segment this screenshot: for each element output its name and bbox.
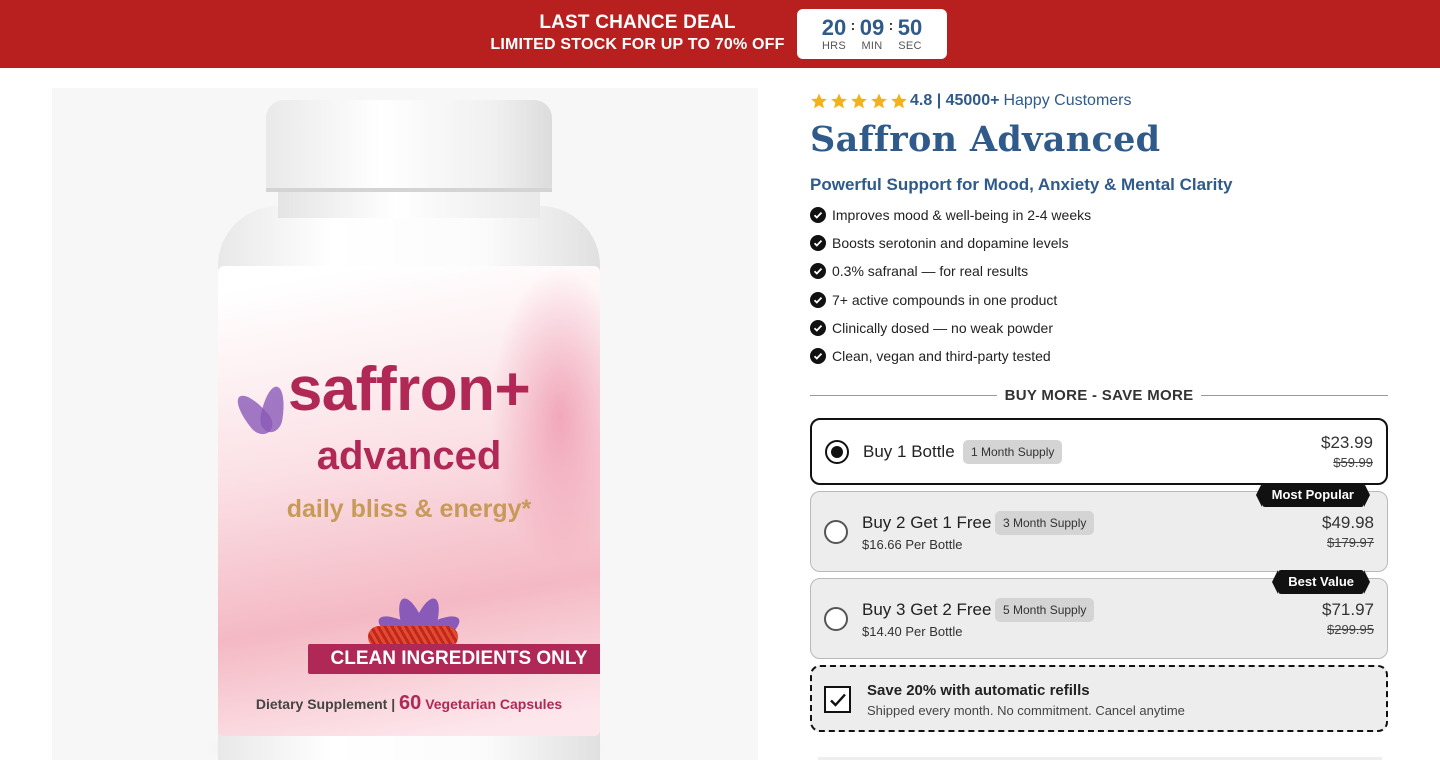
offer-old-price: $59.99 <box>1333 455 1373 470</box>
divider-line <box>810 394 997 396</box>
rating-row: 4.8 | 45000+ Happy Customers <box>810 90 1132 112</box>
benefit-item: 7+ active compounds in one product <box>810 286 1091 314</box>
refill-title: Save 20% with automatic refills <box>867 682 1090 699</box>
check-circle-icon <box>810 207 826 224</box>
rating-score: 4.8 | 45000+ <box>910 92 1000 109</box>
product-image[interactable]: saffron+ advanced daily bliss & energy* … <box>52 88 758 760</box>
label-dietary: Dietary Supplement | 60 Vegetarian Capsu… <box>218 692 600 715</box>
lid-ridge <box>266 188 552 192</box>
dietary-divider: | <box>391 696 396 712</box>
divider-line <box>1201 394 1388 396</box>
offer-radio[interactable] <box>824 607 848 631</box>
supply-badge: 3 Month Supply <box>995 511 1095 535</box>
star-rating <box>810 92 908 110</box>
auto-refill-option[interactable]: Save 20% with automatic refills Shipped … <box>810 665 1388 732</box>
label-variant: advanced <box>316 434 502 478</box>
benefit-text: Boosts serotonin and dopamine levels <box>832 235 1069 252</box>
label-tagline: daily bliss & energy* <box>286 495 532 523</box>
capsule-count: 60 <box>399 692 422 714</box>
banner-title: LAST CHANCE DEAL <box>539 12 736 33</box>
refill-checkbox[interactable] <box>824 686 851 713</box>
benefit-item: Boosts serotonin and dopamine levels <box>810 229 1091 257</box>
ribbon-best-value: Best Value <box>1272 570 1370 594</box>
checkmark-icon <box>829 693 846 707</box>
benefit-item: Clean, vegan and third-party tested <box>810 342 1091 370</box>
benefit-list: Improves mood & well-being in 2-4 weeks … <box>810 201 1091 370</box>
product-subtitle: Powerful Support for Mood, Anxiety & Men… <box>810 175 1233 194</box>
benefit-text: 7+ active compounds in one product <box>832 291 1058 308</box>
banner-subtitle: LIMITED STOCK FOR UP TO 70% OFF <box>490 36 785 53</box>
countdown-separator: : <box>888 17 894 33</box>
offer-option-5-bottles[interactable]: Best Value Buy 3 Get 2 Free 5 Month Supp… <box>810 570 1388 659</box>
star-icon <box>891 93 907 109</box>
star-icon <box>811 93 827 109</box>
offer-radio[interactable] <box>824 520 848 544</box>
offer-name: Buy 3 Get 2 Free <box>862 600 992 619</box>
offer-old-price: $179.97 <box>1327 535 1374 550</box>
countdown-minutes-value: 09 <box>859 15 885 40</box>
offer-price: $49.98 <box>1322 513 1374 532</box>
offer-radio[interactable] <box>825 440 849 464</box>
product-title: Saffron Advanced <box>810 119 1161 160</box>
offers-heading-text: BUY MORE - SAVE MORE <box>1004 386 1194 404</box>
offer-price: $71.97 <box>1322 600 1374 619</box>
banner-text: LAST CHANCE DEAL LIMITED STOCK FOR UP TO… <box>470 12 805 55</box>
countdown-separator: : <box>850 17 856 33</box>
check-circle-icon <box>810 263 826 280</box>
bottle-lid <box>266 100 552 192</box>
benefit-text: Clean, vegan and third-party tested <box>832 348 1051 365</box>
ribbon-most-popular: Most Popular <box>1255 483 1371 507</box>
label-claim: CLEAN INGREDIENTS ONLY <box>308 644 600 674</box>
refill-subtitle: Shipped every month. No commitment. Canc… <box>867 703 1185 718</box>
check-circle-icon <box>810 235 826 252</box>
per-bottle-price: $14.40 Per Bottle <box>862 624 963 639</box>
benefit-item: Clinically dosed — no weak powder <box>810 314 1091 342</box>
per-bottle-price: $16.66 Per Bottle <box>862 537 963 552</box>
countdown-seconds-label: SEC <box>898 40 922 52</box>
check-circle-icon <box>810 348 826 365</box>
offer-option-3-bottles[interactable]: Most Popular Buy 2 Get 1 Free 3 Month Su… <box>810 483 1388 572</box>
capsule-type: Vegetarian Capsules <box>425 696 563 712</box>
offers-heading: BUY MORE - SAVE MORE <box>810 385 1388 405</box>
supply-badge: 5 Month Supply <box>995 598 1095 622</box>
star-icon <box>831 93 847 109</box>
offer-old-price: $299.95 <box>1327 622 1374 637</box>
countdown-minutes-label: MIN <box>861 40 883 52</box>
star-icon <box>871 93 887 109</box>
supply-badge: 1 Month Supply <box>963 440 1063 464</box>
countdown-hours-value: 20 <box>821 15 847 40</box>
check-circle-icon <box>810 291 826 308</box>
countdown-minutes: 09 MIN <box>857 15 887 53</box>
dietary-label: Dietary Supplement <box>255 696 388 712</box>
offer-name: Buy 2 Get 1 Free <box>862 513 992 532</box>
offer-price: $23.99 <box>1321 433 1373 452</box>
benefit-item: 0.3% safranal — for real results <box>810 257 1091 285</box>
benefit-item: Improves mood & well-being in 2-4 weeks <box>810 201 1091 229</box>
benefit-text: 0.3% safranal — for real results <box>832 263 1029 280</box>
countdown-hours: 20 HRS <box>819 15 849 53</box>
benefit-text: Clinically dosed — no weak powder <box>832 319 1053 336</box>
star-icon <box>851 93 867 109</box>
countdown-seconds: 50 SEC <box>895 15 925 53</box>
bottle-neck <box>278 188 540 218</box>
offer-option-1-bottle[interactable]: Buy 1 Bottle 1 Month Supply $23.99 $59.9… <box>810 418 1388 485</box>
bottle-label: saffron+ advanced daily bliss & energy* … <box>218 266 600 736</box>
check-circle-icon <box>810 319 826 336</box>
promo-banner: LAST CHANCE DEAL LIMITED STOCK FOR UP TO… <box>0 0 1440 68</box>
countdown-hours-label: HRS <box>821 40 847 52</box>
benefit-text: Improves mood & well-being in 2-4 weeks <box>832 207 1092 224</box>
countdown-seconds-value: 50 <box>897 15 923 40</box>
countdown-timer: 20 HRS : 09 MIN : 50 SEC <box>797 9 947 59</box>
rating-label: Happy Customers <box>1003 92 1132 109</box>
offer-name: Buy 1 Bottle <box>863 442 955 461</box>
